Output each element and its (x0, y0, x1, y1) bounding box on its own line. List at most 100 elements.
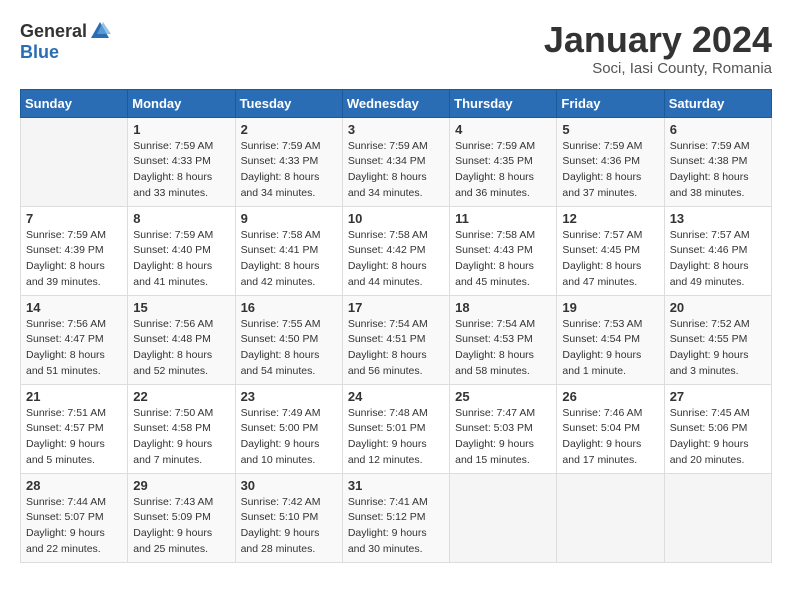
day-number: 11 (455, 211, 551, 226)
day-info: Sunrise: 7:59 AMSunset: 4:38 PMDaylight:… (670, 139, 766, 202)
calendar-cell: 7 Sunrise: 7:59 AMSunset: 4:39 PMDaylight… (21, 206, 128, 295)
calendar-cell: 20 Sunrise: 7:52 AMSunset: 4:55 PMDayligh… (664, 295, 771, 384)
day-number: 7 (26, 211, 122, 226)
day-number: 5 (562, 122, 658, 137)
day-info: Sunrise: 7:56 AMSunset: 4:47 PMDaylight:… (26, 317, 122, 380)
day-number: 20 (670, 300, 766, 315)
calendar-day-header: Thursday (450, 89, 557, 117)
calendar-cell: 3Sunrise: 7:59 AMSunset: 4:34 PMDaylight… (342, 117, 449, 206)
day-number: 9 (241, 211, 337, 226)
calendar-cell: 17 Sunrise: 7:54 AMSunset: 4:51 PMDayligh… (342, 295, 449, 384)
calendar-cell: 4 Sunrise: 7:59 AMSunset: 4:35 PMDaylight… (450, 117, 557, 206)
day-info: Sunrise: 7:43 AMSunset: 5:09 PMDaylight:… (133, 495, 229, 558)
calendar-cell: 14Sunrise: 7:56 AMSunset: 4:47 PMDayligh… (21, 295, 128, 384)
day-info: Sunrise: 7:49 AMSunset: 5:00 PMDaylight:… (241, 406, 337, 469)
calendar-week-row: 28 Sunrise: 7:44 AMSunset: 5:07 PMDayligh… (21, 473, 772, 562)
logo-blue-text: Blue (20, 42, 59, 62)
day-info: Sunrise: 7:59 AMSunset: 4:39 PMDaylight:… (26, 228, 122, 291)
day-number: 21 (26, 389, 122, 404)
day-info: Sunrise: 7:59 AMSunset: 4:36 PMDaylight:… (562, 139, 658, 202)
calendar-cell: 12Sunrise: 7:57 AMSunset: 4:45 PMDayligh… (557, 206, 664, 295)
day-number: 8 (133, 211, 229, 226)
day-number: 23 (241, 389, 337, 404)
day-info: Sunrise: 7:46 AMSunset: 5:04 PMDaylight:… (562, 406, 658, 469)
calendar-cell: 27Sunrise: 7:45 AMSunset: 5:06 PMDayligh… (664, 384, 771, 473)
day-number: 4 (455, 122, 551, 137)
calendar-cell: 30 Sunrise: 7:42 AMSunset: 5:10 PMDayligh… (235, 473, 342, 562)
day-number: 17 (348, 300, 444, 315)
page-header: General Blue January 2024 Soci, Iasi Cou… (20, 20, 772, 77)
day-number: 3 (348, 122, 444, 137)
day-info: Sunrise: 7:52 AMSunset: 4:55 PMDaylight:… (670, 317, 766, 380)
day-info: Sunrise: 7:48 AMSunset: 5:01 PMDaylight:… (348, 406, 444, 469)
calendar-cell: 1 Sunrise: 7:59 AMSunset: 4:33 PMDaylight… (128, 117, 235, 206)
day-info: Sunrise: 7:59 AMSunset: 4:35 PMDaylight:… (455, 139, 551, 202)
calendar-cell: 15Sunrise: 7:56 AMSunset: 4:48 PMDayligh… (128, 295, 235, 384)
day-info: Sunrise: 7:57 AMSunset: 4:46 PMDaylight:… (670, 228, 766, 291)
day-info: Sunrise: 7:44 AMSunset: 5:07 PMDaylight:… (26, 495, 122, 558)
calendar-cell: 26 Sunrise: 7:46 AMSunset: 5:04 PMDayligh… (557, 384, 664, 473)
day-info: Sunrise: 7:54 AMSunset: 4:51 PMDaylight:… (348, 317, 444, 380)
calendar-cell: 23 Sunrise: 7:49 AMSunset: 5:00 PMDayligh… (235, 384, 342, 473)
logo-icon (89, 20, 111, 42)
day-info: Sunrise: 7:57 AMSunset: 4:45 PMDaylight:… (562, 228, 658, 291)
calendar-cell (557, 473, 664, 562)
day-number: 31 (348, 478, 444, 493)
calendar-cell: 28 Sunrise: 7:44 AMSunset: 5:07 PMDayligh… (21, 473, 128, 562)
day-info: Sunrise: 7:41 AMSunset: 5:12 PMDaylight:… (348, 495, 444, 558)
day-info: Sunrise: 7:50 AMSunset: 4:58 PMDaylight:… (133, 406, 229, 469)
day-info: Sunrise: 7:45 AMSunset: 5:06 PMDaylight:… (670, 406, 766, 469)
day-number: 29 (133, 478, 229, 493)
day-number: 22 (133, 389, 229, 404)
day-info: Sunrise: 7:59 AMSunset: 4:33 PMDaylight:… (241, 139, 337, 202)
calendar-week-row: 7 Sunrise: 7:59 AMSunset: 4:39 PMDaylight… (21, 206, 772, 295)
day-info: Sunrise: 7:47 AMSunset: 5:03 PMDaylight:… (455, 406, 551, 469)
calendar-cell: 31 Sunrise: 7:41 AMSunset: 5:12 PMDayligh… (342, 473, 449, 562)
calendar-cell: 6Sunrise: 7:59 AMSunset: 4:38 PMDaylight… (664, 117, 771, 206)
calendar-cell: 16Sunrise: 7:55 AMSunset: 4:50 PMDayligh… (235, 295, 342, 384)
calendar-day-header: Tuesday (235, 89, 342, 117)
day-number: 15 (133, 300, 229, 315)
day-info: Sunrise: 7:59 AMSunset: 4:40 PMDaylight:… (133, 228, 229, 291)
day-number: 19 (562, 300, 658, 315)
calendar-cell: 21 Sunrise: 7:51 AMSunset: 4:57 PMDayligh… (21, 384, 128, 473)
day-number: 13 (670, 211, 766, 226)
day-number: 25 (455, 389, 551, 404)
location-text: Soci, Iasi County, Romania (544, 60, 772, 77)
day-info: Sunrise: 7:55 AMSunset: 4:50 PMDaylight:… (241, 317, 337, 380)
day-number: 28 (26, 478, 122, 493)
calendar-day-header: Sunday (21, 89, 128, 117)
day-number: 2 (241, 122, 337, 137)
calendar-cell: 22 Sunrise: 7:50 AMSunset: 4:58 PMDayligh… (128, 384, 235, 473)
calendar-table: SundayMondayTuesdayWednesdayThursdayFrid… (20, 89, 772, 563)
logo: General Blue (20, 20, 111, 63)
calendar-cell: 11Sunrise: 7:58 AMSunset: 4:43 PMDayligh… (450, 206, 557, 295)
day-info: Sunrise: 7:53 AMSunset: 4:54 PMDaylight:… (562, 317, 658, 380)
calendar-header-row: SundayMondayTuesdayWednesdayThursdayFrid… (21, 89, 772, 117)
calendar-day-header: Wednesday (342, 89, 449, 117)
day-info: Sunrise: 7:51 AMSunset: 4:57 PMDaylight:… (26, 406, 122, 469)
day-number: 24 (348, 389, 444, 404)
calendar-cell (21, 117, 128, 206)
day-info: Sunrise: 7:54 AMSunset: 4:53 PMDaylight:… (455, 317, 551, 380)
day-info: Sunrise: 7:58 AMSunset: 4:41 PMDaylight:… (241, 228, 337, 291)
calendar-week-row: 1 Sunrise: 7:59 AMSunset: 4:33 PMDaylight… (21, 117, 772, 206)
day-number: 1 (133, 122, 229, 137)
day-info: Sunrise: 7:59 AMSunset: 4:33 PMDaylight:… (133, 139, 229, 202)
day-number: 26 (562, 389, 658, 404)
calendar-cell (664, 473, 771, 562)
day-number: 30 (241, 478, 337, 493)
month-title: January 2024 (544, 20, 772, 60)
day-info: Sunrise: 7:42 AMSunset: 5:10 PMDaylight:… (241, 495, 337, 558)
calendar-cell: 10Sunrise: 7:58 AMSunset: 4:42 PMDayligh… (342, 206, 449, 295)
calendar-week-row: 21 Sunrise: 7:51 AMSunset: 4:57 PMDayligh… (21, 384, 772, 473)
day-number: 10 (348, 211, 444, 226)
title-section: January 2024 Soci, Iasi County, Romania (544, 20, 772, 77)
logo-general-text: General (20, 21, 87, 42)
calendar-day-header: Saturday (664, 89, 771, 117)
calendar-cell: 19 Sunrise: 7:53 AMSunset: 4:54 PMDayligh… (557, 295, 664, 384)
calendar-cell: 5 Sunrise: 7:59 AMSunset: 4:36 PMDaylight… (557, 117, 664, 206)
calendar-cell: 24 Sunrise: 7:48 AMSunset: 5:01 PMDayligh… (342, 384, 449, 473)
calendar-day-header: Friday (557, 89, 664, 117)
calendar-day-header: Monday (128, 89, 235, 117)
